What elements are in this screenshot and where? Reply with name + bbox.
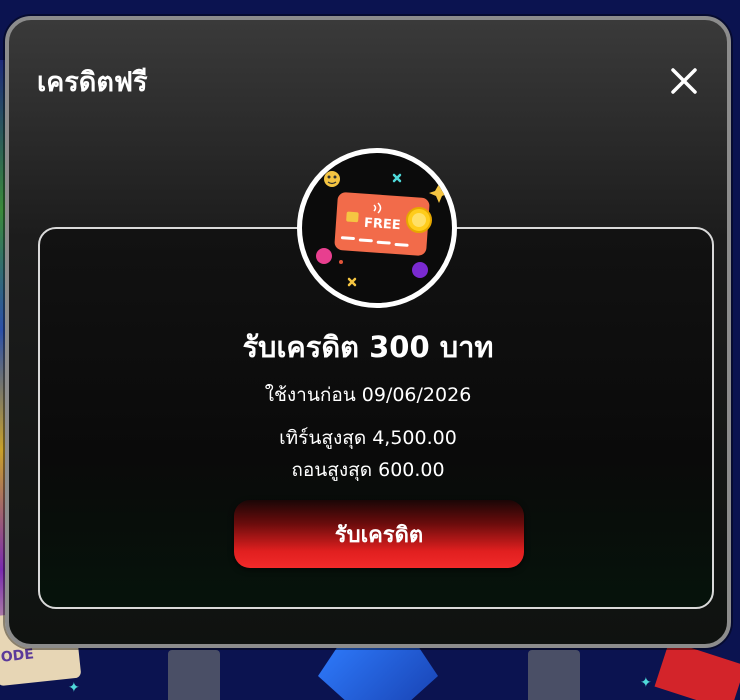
sparkle-icon: ✦: [640, 675, 652, 691]
close-button[interactable]: [667, 64, 701, 98]
background-gem: [318, 640, 438, 700]
background-card-right: [528, 650, 580, 700]
free-credit-card-icon: FREE: [316, 171, 449, 287]
promo-heading: รับเครดิต 300 บาท: [242, 330, 494, 364]
card-free-text: FREE: [363, 216, 401, 234]
expire-date-text: ใช้งานก่อน 09/06/2026: [264, 384, 472, 406]
promo-icon-circle: FREE: [297, 148, 457, 308]
sparkle-icon: ✦: [68, 680, 80, 696]
close-icon: [671, 68, 697, 94]
max-turnover-text: เทิร์นสูงสุด 4,500.00: [279, 427, 457, 449]
background-card-left: [168, 650, 220, 700]
max-withdraw-text: ถอนสูงสุด 600.00: [291, 459, 445, 481]
background-red-shape: [654, 640, 740, 700]
free-credit-modal: เครดิตฟรี FREE รับเครดิต 300 บาท ใช้งานก…: [5, 16, 731, 648]
background-ticket-text: ODE: [0, 646, 35, 666]
modal-title: เครดิตฟรี: [37, 67, 148, 98]
claim-credit-button[interactable]: รับเครดิต: [234, 500, 524, 568]
